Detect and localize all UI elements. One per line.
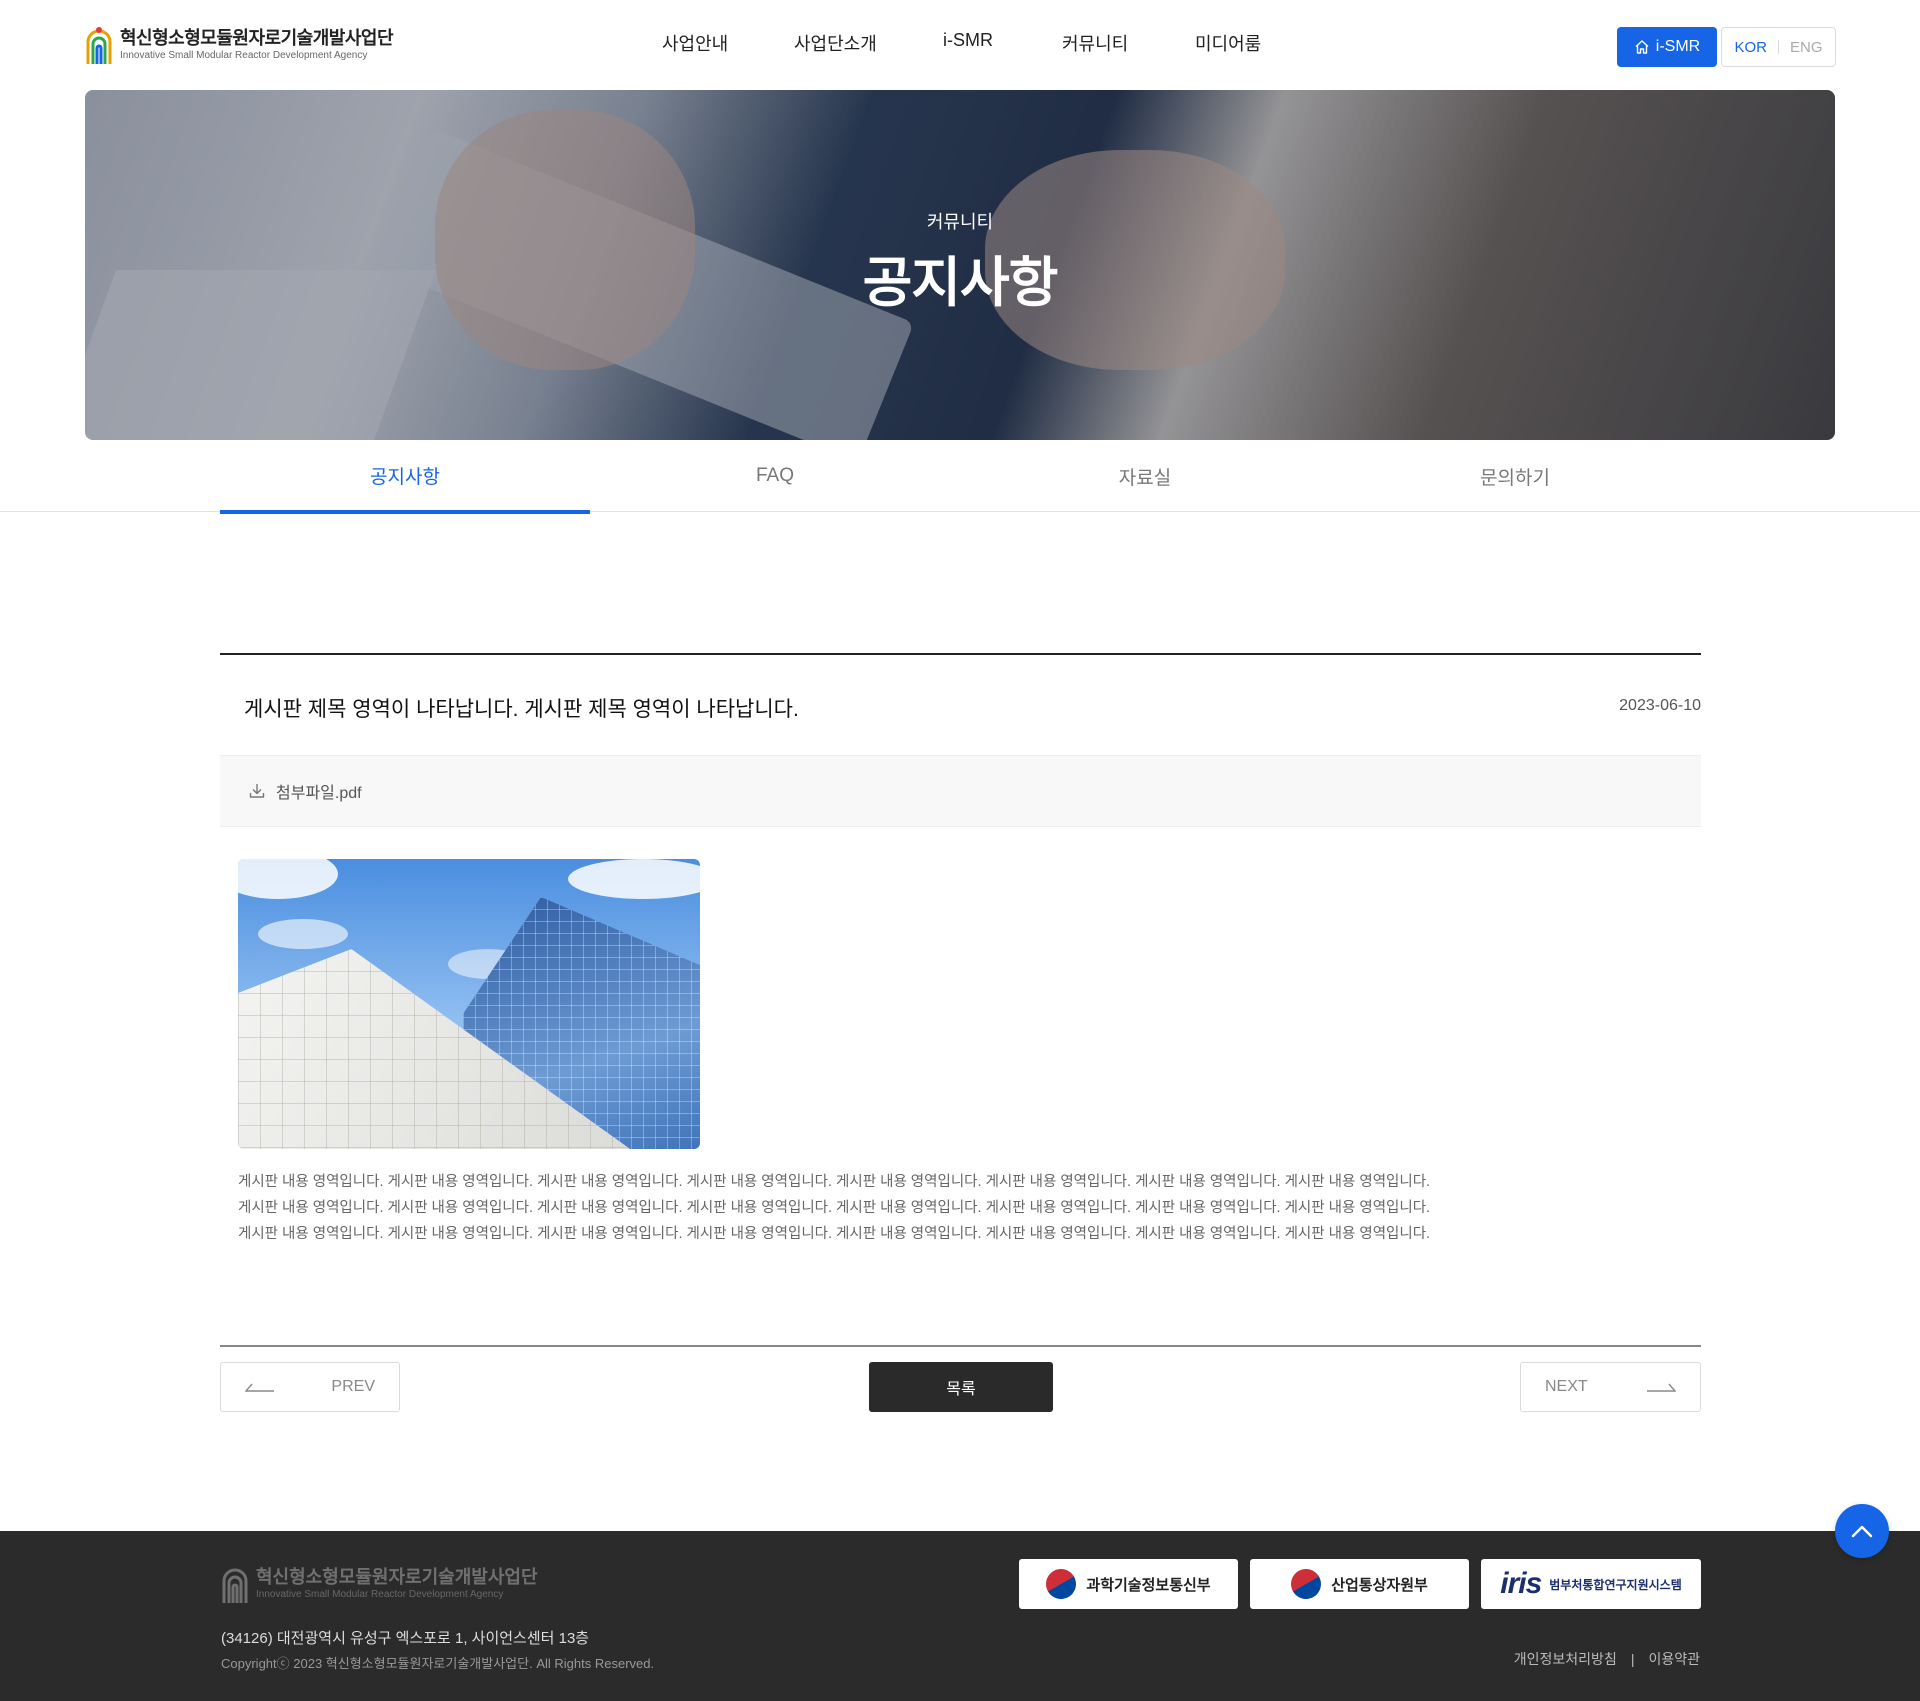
footer-links: 개인정보처리방침 | 이용약관 [1514, 1649, 1700, 1669]
list-button[interactable]: 목록 [869, 1362, 1053, 1412]
footer-logo-title: 혁신형소형모듈원자로기술개발사업단 [256, 1567, 538, 1587]
home-icon [1635, 40, 1649, 54]
language-switcher: KOR ENG [1721, 27, 1836, 67]
prev-button[interactable]: PREV [220, 1362, 400, 1412]
footer-link-divider: | [1630, 1651, 1635, 1667]
article-date: 2023-06-10 [1619, 697, 1701, 714]
article-body: 게시판 내용 영역입니다. 게시판 내용 영역입니다. 게시판 내용 영역입니다… [238, 1169, 1538, 1247]
banner-msit[interactable]: 과학기술정보통신부 [1019, 1559, 1238, 1609]
download-icon[interactable] [248, 782, 266, 800]
arrow-left-icon [245, 1383, 274, 1392]
page-title: 공지사항 [862, 253, 1059, 313]
taeguk-icon [1285, 1563, 1327, 1605]
footer-logo-mark-icon [222, 1568, 248, 1603]
sub-tabs: 공지사항 FAQ 자료실 문의하기 [0, 440, 1920, 514]
attachment-file-link[interactable]: 첨부파일.pdf [276, 779, 362, 803]
tab-faq[interactable]: FAQ [590, 440, 960, 512]
nav-item-mediaroom[interactable]: 미디어룸 [1195, 30, 1261, 56]
nav-item-community[interactable]: 커뮤니티 [1062, 30, 1128, 56]
tab-archive[interactable]: 자료실 [960, 440, 1330, 512]
iris-logo: iris [1500, 1567, 1542, 1600]
article-body-line: 게시판 내용 영역입니다. 게시판 내용 영역입니다. 게시판 내용 영역입니다… [238, 1174, 1431, 1190]
taeguk-icon [1040, 1563, 1082, 1605]
tab-notice[interactable]: 공지사항 [220, 440, 590, 514]
lang-divider [1778, 40, 1779, 54]
footer-logo: 혁신형소형모듈원자로기술개발사업단 Innovative Small Modul… [220, 1563, 538, 1605]
banner-motie-label: 산업통상자원부 [1331, 1576, 1428, 1594]
banner-subtitle: 커뮤니티 [926, 212, 994, 232]
board-view: 게시판 제목 영역이 나타납니다. 게시판 제목 영역이 나타납니다. 2023… [220, 653, 1701, 1347]
footer-copyright: Copyrightⓒ 2023 혁신형소형모듈원자로기술개발사업단. All R… [221, 1656, 655, 1671]
ismr-home-button[interactable]: i-SMR [1617, 27, 1717, 67]
attachment-row: 첨부파일.pdf [220, 755, 1701, 827]
nav-item-ismr[interactable]: i-SMR [943, 30, 993, 51]
article-body-line: 게시판 내용 영역입니다. 게시판 내용 영역입니다. 게시판 내용 영역입니다… [238, 1200, 1431, 1216]
banner-motie[interactable]: 산업통상자원부 [1250, 1559, 1469, 1609]
next-button[interactable]: NEXT [1520, 1362, 1701, 1412]
prev-label: PREV [331, 1378, 375, 1395]
article-bottom-divider [220, 1345, 1701, 1347]
banner-iris[interactable]: iris 범부처통합연구지원시스템 [1481, 1559, 1701, 1609]
footer-address: (34126) 대전광역시 유성구 엑스포로 1, 사이언스센터 13층 [221, 1630, 590, 1647]
privacy-policy-link[interactable]: 개인정보처리방침 [1514, 1649, 1617, 1669]
article-body-line: 게시판 내용 영역입니다. 게시판 내용 영역입니다. 게시판 내용 영역입니다… [238, 1226, 1431, 1242]
banner-msit-label: 과학기술정보통신부 [1086, 1576, 1211, 1594]
ismr-button-label: i-SMR [1655, 38, 1701, 55]
lang-kor[interactable]: KOR [1734, 39, 1767, 56]
arrow-right-icon [1647, 1383, 1676, 1392]
article-header: 게시판 제목 영역이 나타납니다. 게시판 제목 영역이 나타납니다. 2023… [220, 655, 1701, 755]
footer-logo-subtitle: Innovative Small Modular Reactor Develop… [256, 1589, 504, 1600]
iris-subtitle: 범부처통합연구지원시스템 [1549, 1577, 1682, 1592]
nav-item-about[interactable]: 사업단소개 [794, 30, 877, 56]
page-visual-banner: 커뮤니티 공지사항 [85, 90, 1835, 440]
chevron-up-icon [1851, 1525, 1873, 1538]
tab-inquiry[interactable]: 문의하기 [1330, 440, 1700, 512]
article-title: 게시판 제목 영역이 나타납니다. 게시판 제목 영역이 나타납니다. [244, 698, 799, 721]
nav-item-business[interactable]: 사업안내 [662, 30, 728, 56]
site-footer: 혁신형소형모듈원자로기술개발사업단 Innovative Small Modul… [0, 1531, 1920, 1701]
next-label: NEXT [1545, 1378, 1588, 1395]
article-image [238, 859, 700, 1149]
lang-eng[interactable]: ENG [1790, 39, 1823, 56]
terms-link[interactable]: 이용약관 [1648, 1649, 1700, 1669]
site-header: 혁신형소형모듈원자로기술개발사업단 Innovative Small Modul… [0, 0, 1920, 90]
scroll-top-button[interactable] [1835, 1504, 1889, 1558]
